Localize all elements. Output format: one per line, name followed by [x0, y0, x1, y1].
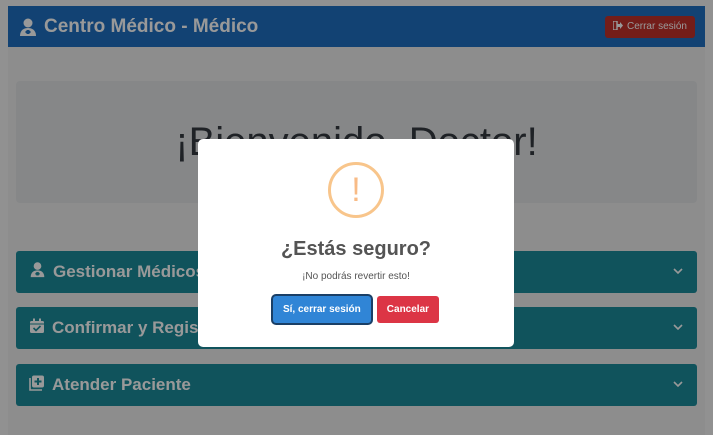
- dialog-title: ¿Estás seguro?: [280, 238, 432, 260]
- dialog-message: ¡No podrás revertir esto!: [302, 271, 410, 282]
- warning-icon: !: [328, 162, 384, 218]
- cancel-button[interactable]: Cancelar: [376, 296, 440, 323]
- confirm-logout-button[interactable]: Sí, cerrar sesión: [272, 296, 371, 323]
- confirm-logout-dialog: ! ¿Estás seguro? ¡No podrás revertir est…: [198, 139, 514, 347]
- dialog-actions: Sí, cerrar sesión Cancelar: [272, 296, 440, 323]
